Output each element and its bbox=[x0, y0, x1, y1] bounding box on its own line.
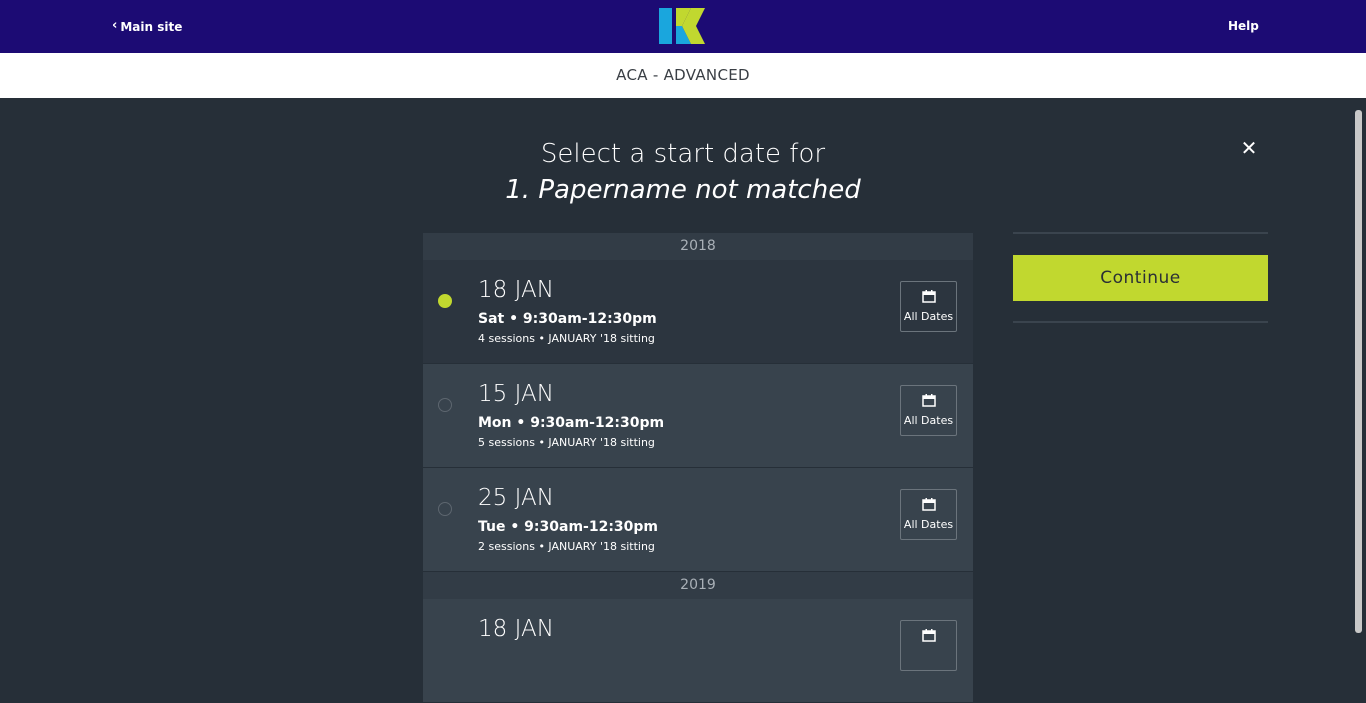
calendar-icon bbox=[921, 498, 936, 511]
top-nav-bar: ‹ Main site Help bbox=[0, 0, 1366, 53]
sessions-label: 4 sessions • JANUARY '18 sitting bbox=[478, 332, 655, 345]
calendar-icon bbox=[921, 394, 936, 407]
radio-unselected[interactable] bbox=[438, 502, 452, 516]
continue-button[interactable]: Continue bbox=[1013, 255, 1268, 301]
date-label: 18 JAN bbox=[478, 616, 554, 642]
help-link[interactable]: Help bbox=[1228, 19, 1259, 33]
date-option[interactable]: 25 JAN Tue • 9:30am-12:30pm 2 sessions •… bbox=[423, 468, 973, 572]
time-label: Sat • 9:30am-12:30pm bbox=[478, 311, 657, 327]
scrollbar-thumb[interactable] bbox=[1355, 110, 1362, 633]
all-dates-button[interactable] bbox=[900, 620, 957, 671]
divider bbox=[1013, 321, 1268, 323]
year-header: 2019 bbox=[423, 572, 973, 599]
time-label: Mon • 9:30am-12:30pm bbox=[478, 415, 665, 431]
sessions-label: 2 sessions • JANUARY '18 sitting bbox=[478, 540, 655, 553]
radio-unselected[interactable] bbox=[438, 398, 452, 412]
dialog-title: Select a start date for bbox=[540, 139, 826, 169]
year-header: 2018 bbox=[423, 233, 973, 260]
chevron-left-icon: ‹ bbox=[112, 18, 118, 33]
brand-logo[interactable] bbox=[659, 8, 705, 44]
course-title: ACA - ADVANCED bbox=[616, 66, 750, 84]
date-label: 25 JAN bbox=[478, 485, 554, 511]
date-option[interactable]: 18 JAN Sat • 9:30am-12:30pm 4 sessions •… bbox=[423, 260, 973, 364]
close-icon[interactable]: ✕ bbox=[1240, 138, 1258, 158]
all-dates-label: All Dates bbox=[903, 518, 954, 531]
divider bbox=[1013, 232, 1268, 234]
calendar-icon bbox=[921, 629, 936, 642]
dialog-subtitle: 1. Papername not matched bbox=[505, 175, 861, 205]
date-option[interactable]: 15 JAN Mon • 9:30am-12:30pm 5 sessions •… bbox=[423, 364, 973, 468]
all-dates-button[interactable]: All Dates bbox=[900, 385, 957, 436]
time-label: Tue • 9:30am-12:30pm bbox=[478, 519, 659, 535]
calendar-icon bbox=[921, 290, 936, 303]
date-option[interactable]: 18 JAN bbox=[423, 599, 973, 703]
date-label: 18 JAN bbox=[478, 277, 554, 303]
sessions-label: 5 sessions • JANUARY '18 sitting bbox=[478, 436, 655, 449]
date-label: 15 JAN bbox=[478, 381, 554, 407]
all-dates-label: All Dates bbox=[903, 310, 954, 323]
radio-selected[interactable] bbox=[438, 294, 452, 308]
all-dates-label: All Dates bbox=[903, 414, 954, 427]
course-title-bar: ACA - ADVANCED bbox=[0, 53, 1366, 98]
all-dates-button[interactable]: All Dates bbox=[900, 281, 957, 332]
all-dates-button[interactable]: All Dates bbox=[900, 489, 957, 540]
main-site-label: Main site bbox=[120, 19, 183, 34]
main-site-link[interactable]: ‹ Main site bbox=[112, 18, 183, 34]
